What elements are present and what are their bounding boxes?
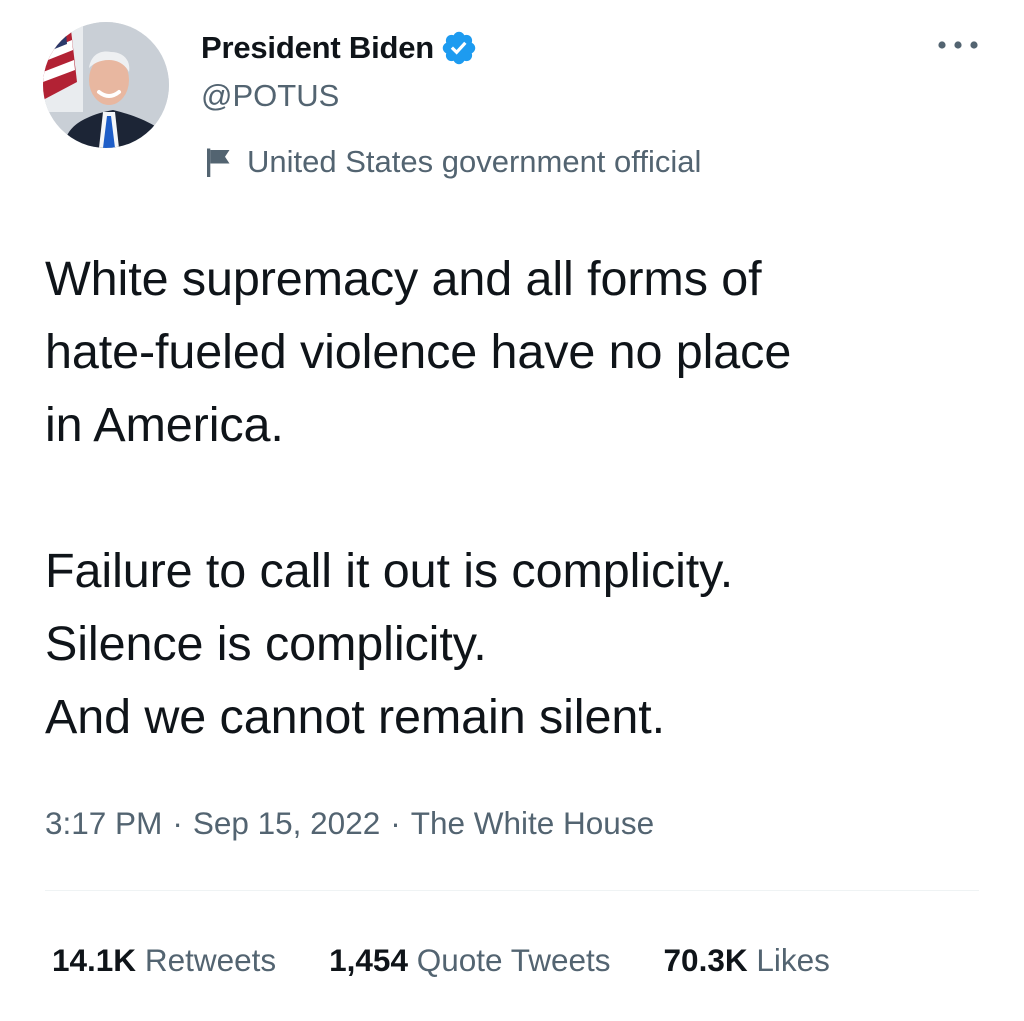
likes-stat[interactable]: 70.3K Likes <box>664 942 830 979</box>
author-handle[interactable]: @POTUS <box>201 78 339 114</box>
likes-count: 70.3K <box>663 941 748 978</box>
meta-separator: · <box>390 804 401 841</box>
verified-badge-icon <box>442 31 476 65</box>
divider <box>45 890 979 891</box>
retweets-count: 14.1K <box>52 941 137 978</box>
tweet-meta: 3:17 PM · Sep 15, 2022 · The White House <box>45 800 654 846</box>
tweet-text: White supremacy and all forms of hate-fu… <box>45 252 792 744</box>
quote-tweets-stat[interactable]: 1,454 Quote Tweets <box>329 942 610 979</box>
meta-separator: · <box>172 804 183 841</box>
quote-tweets-label: Quote Tweets <box>416 941 611 978</box>
retweets-stat[interactable]: 14.1K Retweets <box>52 942 276 979</box>
likes-label: Likes <box>756 941 830 978</box>
government-label[interactable]: United States government official <box>201 140 701 184</box>
avatar[interactable] <box>43 22 169 148</box>
more-options-button[interactable] <box>934 30 982 60</box>
tweet-source[interactable]: The White House <box>411 805 654 842</box>
retweets-label: Retweets <box>144 941 277 978</box>
engagement-stats: 14.1K Retweets 1,454 Quote Tweets 70.3K … <box>52 937 830 983</box>
profile-photo <box>43 22 169 148</box>
flag-icon <box>207 148 230 177</box>
tweet-date[interactable]: Sep 15, 2022 <box>193 805 380 842</box>
more-dots-icon <box>938 41 978 49</box>
label-text: United States government official <box>247 144 702 179</box>
quote-tweets-count: 1,454 <box>329 941 408 978</box>
author-name[interactable]: President Biden <box>201 30 434 66</box>
author-name-row[interactable]: President Biden <box>201 26 478 70</box>
tweet-time[interactable]: 3:17 PM <box>45 805 162 842</box>
